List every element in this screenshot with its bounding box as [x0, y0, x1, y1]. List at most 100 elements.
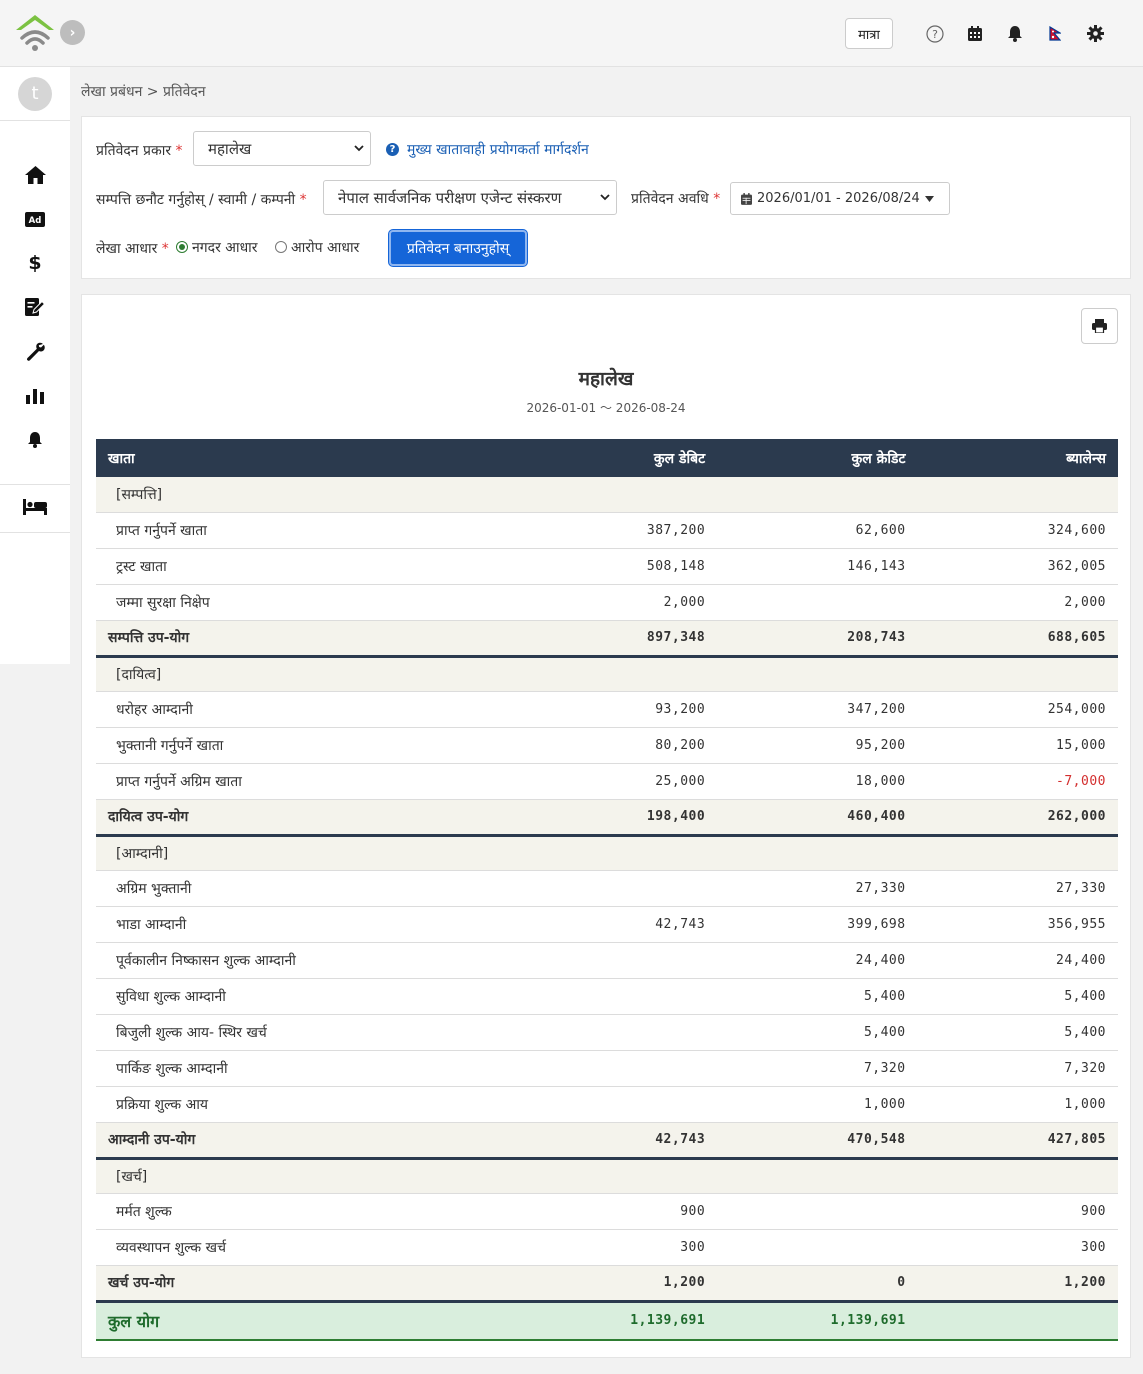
- debit-value: 300: [516, 1229, 718, 1266]
- generate-report-button[interactable]: प्रतिवेदन बनाउनुहोस्: [389, 230, 527, 266]
- column-header-credit: कुल क्रेडिट: [717, 439, 918, 477]
- sidebar-toggle-chevron-right-icon[interactable]: ›: [60, 20, 85, 45]
- basis-accrual-radio[interactable]: आरोप आधार: [275, 238, 359, 257]
- debit-value: [516, 870, 718, 907]
- debit-value: [516, 1014, 718, 1051]
- subtotal-debit: 1,200: [516, 1265, 718, 1303]
- credit-value: 146,143: [717, 548, 918, 585]
- table-row[interactable]: प्रक्रिया शुल्क आय 1,000 1,000: [96, 1086, 1118, 1123]
- credit-value: 347,200: [717, 691, 918, 728]
- property-label: सम्पत्ति छनौट गर्नुहोस् / स्वामी / कम्पन…: [96, 192, 307, 208]
- table-row[interactable]: जम्मा सुरक्षा निक्षेप 2,000 2,000: [96, 584, 1118, 621]
- balance-value: 356,955: [917, 906, 1118, 943]
- user-guide-link[interactable]: ? मुख्य खातावाही प्रयोगकर्ता मार्गदर्शन: [386, 140, 589, 159]
- balance-value: 362,005: [917, 548, 1118, 585]
- sidebar-nav: Ad $: [0, 121, 70, 485]
- section-title: [आम्दानी]: [96, 835, 1118, 871]
- credit-value: 399,698: [717, 906, 918, 943]
- credit-value: 5,400: [717, 978, 918, 1015]
- subtotal-debit: 897,348: [516, 620, 718, 658]
- calendar-icon[interactable]: [955, 18, 995, 49]
- table-row[interactable]: पूर्वकालीन निष्कासन शुल्क आम्दानी 24,400 2…: [96, 942, 1118, 979]
- balance-value: 24,400: [917, 942, 1118, 979]
- question-circle-icon: ?: [386, 143, 399, 156]
- balance-value: 1,000: [917, 1086, 1118, 1123]
- ad-icon[interactable]: Ad: [0, 197, 70, 241]
- debit-value: 25,000: [516, 763, 718, 800]
- wrench-icon[interactable]: [0, 329, 70, 373]
- subtotal-label: सम्पत्ति उप-योग: [96, 620, 517, 658]
- subtotal-balance: 427,805: [917, 1122, 1118, 1160]
- subtotal-debit: 198,400: [516, 799, 718, 837]
- debit-value: 2,000: [516, 584, 718, 621]
- table-row[interactable]: ट्रस्ट खाता 508,148 146,143 362,005: [96, 548, 1118, 585]
- table-row[interactable]: पार्किङ शुल्क आम्दानी 7,320 7,320: [96, 1050, 1118, 1087]
- table-row[interactable]: व्यवस्थापन शुल्क खर्च 300 300: [96, 1229, 1118, 1266]
- property-select[interactable]: नेपाल सार्वजनिक परीक्षण एजेन्ट संस्करण: [323, 180, 617, 215]
- credit-value: [717, 1229, 918, 1266]
- balance-value: 900: [917, 1193, 1118, 1230]
- basis-cash-radio[interactable]: नगदर आधार: [176, 238, 258, 257]
- table-row[interactable]: मर्मत शुल्क 900 900: [96, 1193, 1118, 1230]
- debit-value: 900: [516, 1193, 718, 1230]
- balance-value: 15,000: [917, 727, 1118, 764]
- gear-icon[interactable]: [1075, 18, 1115, 49]
- subtotal-balance: 1,200: [917, 1265, 1118, 1303]
- table-row[interactable]: बिजुली शुल्क आय- स्थिर खर्च 5,400 5,400: [96, 1014, 1118, 1051]
- dollar-icon[interactable]: $: [0, 241, 70, 285]
- credit-value: 24,400: [717, 942, 918, 979]
- radio-unchecked-icon: [275, 241, 287, 253]
- help-icon[interactable]: ?: [915, 18, 955, 49]
- account-name: बिजुली शुल्क आय- स्थिर खर्च: [96, 1014, 517, 1051]
- subtotal-credit: 460,400: [717, 799, 918, 837]
- caret-down-icon: [924, 195, 934, 202]
- basis-label: लेखा आधार *: [96, 241, 169, 257]
- report-type-label: प्रतिवेदन प्रकार *: [96, 143, 183, 159]
- credit-value: 62,600: [717, 512, 918, 549]
- report-type-select[interactable]: महालेख: [193, 131, 371, 166]
- home-wifi-logo-icon[interactable]: [14, 12, 56, 52]
- edit-document-icon[interactable]: [0, 285, 70, 329]
- bell-icon[interactable]: [995, 18, 1035, 49]
- filter-panel: प्रतिवेदन प्रकार * महालेख ? मुख्य खातावा…: [81, 116, 1131, 279]
- section-header-row: [आम्दानी]: [96, 835, 1118, 871]
- notification-bell-icon[interactable]: [0, 417, 70, 461]
- bed-icon: [23, 498, 47, 519]
- credit-value: [717, 1193, 918, 1230]
- report-date-range: 2026-01-01 〜 2026-08-24: [526, 401, 686, 415]
- debit-value: [516, 978, 718, 1015]
- account-name: प्रक्रिया शुल्क आय: [96, 1086, 517, 1123]
- sidebar-bed-item[interactable]: [0, 485, 70, 533]
- table-row[interactable]: भाडा आम्दानी 42,743 399,698 356,955: [96, 906, 1118, 943]
- unit-button[interactable]: मात्रा: [845, 18, 893, 49]
- credit-value: 95,200: [717, 727, 918, 764]
- subtotal-label: आम्दानी उप-योग: [96, 1122, 517, 1160]
- section-header-row: [दायित्व]: [96, 656, 1118, 692]
- home-icon[interactable]: [0, 153, 70, 197]
- debit-value: [516, 1050, 718, 1087]
- avatar[interactable]: t: [18, 76, 52, 111]
- breadcrumb: लेखा प्रबंधन > प्रतिवेदन: [81, 84, 206, 100]
- period-label: प्रतिवेदन अवधि *: [631, 191, 721, 207]
- table-row[interactable]: भुक्तानी गर्नुपर्ने खाता 80,200 95,200 15,0…: [96, 727, 1118, 764]
- printer-icon: [1092, 319, 1107, 333]
- bar-chart-icon[interactable]: [0, 373, 70, 417]
- svg-text:?: ?: [932, 28, 938, 41]
- account-name: पार्किङ शुल्क आम्दानी: [96, 1050, 517, 1087]
- table-row[interactable]: प्राप्त गर्नुपर्ने खाता 387,200 62,600 324,…: [96, 512, 1118, 549]
- balance-value: 27,330: [917, 870, 1118, 907]
- svg-text:Ad: Ad: [29, 216, 42, 226]
- subtotal-credit: 0: [717, 1265, 918, 1303]
- period-date-range-picker[interactable]: 2026/01/01 - 2026/08/24: [730, 182, 950, 215]
- table-row[interactable]: धरोहर आम्दानी 93,200 347,200 254,000: [96, 691, 1118, 728]
- debit-value: 387,200: [516, 512, 718, 549]
- table-row[interactable]: सुविधा शुल्क आम्दानी 5,400 5,400: [96, 978, 1118, 1015]
- column-header-balance: ब्यालेन्स: [917, 439, 1118, 477]
- nepal-flag-icon[interactable]: [1035, 18, 1075, 49]
- account-name: व्यवस्थापन शुल्क खर्च: [96, 1229, 517, 1266]
- table-row[interactable]: प्राप्त गर्नुपर्ने अग्रिम खाता 25,000 18,0…: [96, 763, 1118, 800]
- table-row[interactable]: अग्रिम भुक्तानी 27,330 27,330: [96, 870, 1118, 907]
- print-button[interactable]: [1081, 308, 1118, 344]
- account-name: भाडा आम्दानी: [96, 906, 517, 943]
- table-header-row: खाता कुल डेबिट कुल क्रेडिट ब्यालेन्स: [96, 439, 1118, 477]
